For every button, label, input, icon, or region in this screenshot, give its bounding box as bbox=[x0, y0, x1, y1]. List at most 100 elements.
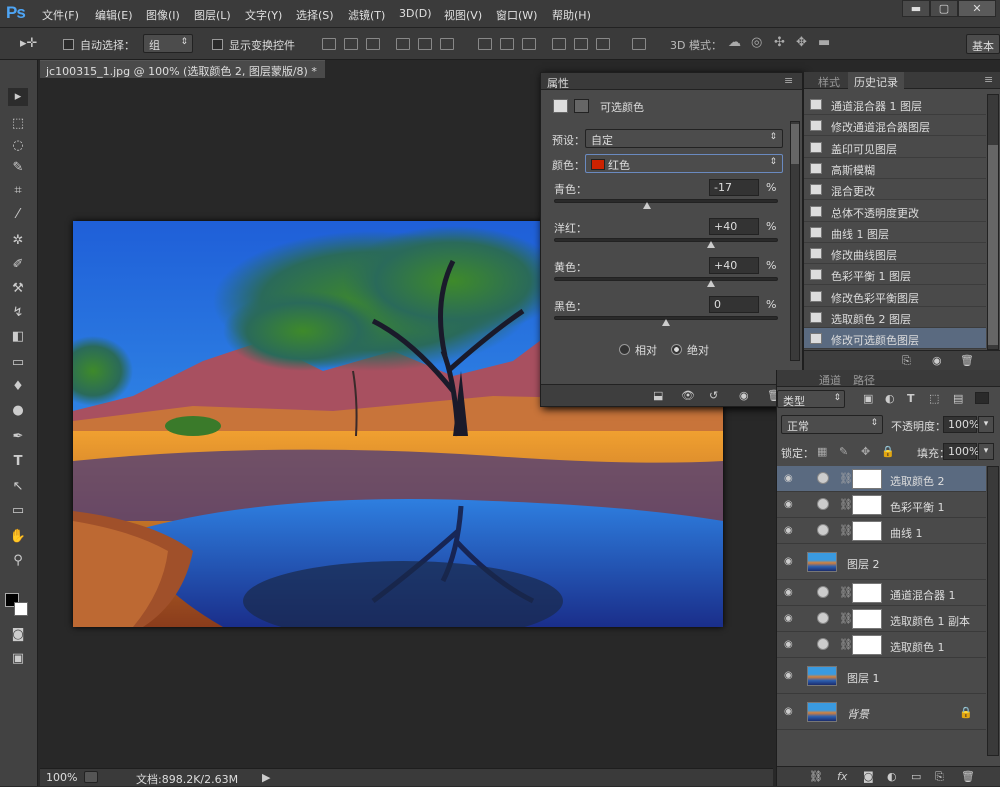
healing-brush-tool-icon[interactable]: ✲ bbox=[8, 232, 28, 250]
visibility-icon[interactable]: ◉ bbox=[739, 389, 749, 402]
preset-dropdown[interactable]: 自定 ⇕ bbox=[585, 129, 783, 148]
magenta-slider-track[interactable] bbox=[554, 238, 778, 242]
history-scrollbar[interactable] bbox=[987, 94, 999, 350]
color-dropdown[interactable]: 红色 ⇕ bbox=[585, 154, 783, 173]
cyan-slider-thumb[interactable] bbox=[642, 202, 651, 209]
yellow-slider-track[interactable] bbox=[554, 277, 778, 281]
layers-scrollbar[interactable] bbox=[987, 466, 999, 756]
opacity-chevron-icon[interactable]: ▾ bbox=[978, 416, 994, 433]
lock-pixels-icon[interactable]: ✎ bbox=[839, 445, 848, 458]
eye-icon[interactable]: ◉ bbox=[784, 671, 796, 681]
layer-filter-dropdown[interactable]: 类型 ⇕ bbox=[777, 390, 845, 408]
layer-mask-thumbnail[interactable] bbox=[852, 495, 882, 515]
menu-type[interactable]: 文字(Y) bbox=[245, 7, 282, 23]
3d-scale-icon[interactable]: ▬ bbox=[818, 35, 830, 50]
crop-tool-icon[interactable]: ⌗ bbox=[8, 182, 28, 200]
hand-tool-icon[interactable]: ✋ bbox=[8, 528, 28, 546]
layer-row[interactable]: ◉ ⛓ 选取颜色 1 副本 bbox=[777, 606, 986, 632]
history-item[interactable]: 通道混合器 1 图层 bbox=[804, 94, 986, 115]
eye-icon[interactable]: ◉ bbox=[784, 588, 796, 598]
layer-row[interactable]: ◉ ⛓ 选取颜色 1 bbox=[777, 632, 986, 658]
layer-mask-thumbnail[interactable] bbox=[852, 521, 882, 541]
layer-thumbnail[interactable] bbox=[807, 552, 837, 572]
history-item[interactable]: 修改曲线图层 bbox=[804, 243, 986, 265]
distribute-right-icon[interactable] bbox=[596, 38, 610, 50]
menu-file[interactable]: 文件(F) bbox=[42, 7, 79, 23]
workspace-button[interactable]: 基本 bbox=[966, 34, 1000, 54]
layer-row[interactable]: ◉ ⛓ 色彩平衡 1 bbox=[777, 492, 986, 518]
magenta-value-input[interactable]: +40 bbox=[709, 218, 759, 235]
eye-icon[interactable]: ◉ bbox=[784, 614, 796, 624]
filter-toggle[interactable] bbox=[975, 392, 989, 404]
layer-mask-thumbnail[interactable] bbox=[852, 469, 882, 489]
minimize-button[interactable]: ▬ bbox=[902, 0, 930, 17]
distribute-bottom-icon[interactable] bbox=[522, 38, 536, 50]
screen-mode-icon[interactable]: ▣ bbox=[8, 650, 28, 668]
background-color-swatch[interactable] bbox=[14, 602, 28, 616]
status-icon[interactable] bbox=[84, 771, 98, 783]
auto-select-checkbox[interactable] bbox=[63, 39, 74, 50]
layer-mask-icon[interactable] bbox=[574, 99, 589, 113]
panel-menu-icon[interactable]: ≡ bbox=[984, 73, 993, 86]
cyan-slider-track[interactable] bbox=[554, 199, 778, 203]
status-menu-arrow-icon[interactable]: ▶ bbox=[262, 771, 270, 784]
menu-help[interactable]: 帮助(H) bbox=[552, 7, 591, 23]
layer-mask-thumbnail[interactable] bbox=[852, 609, 882, 629]
eyedropper-tool-icon[interactable]: ⁄ bbox=[8, 206, 28, 224]
blur-tool-icon[interactable]: ♦ bbox=[8, 378, 28, 396]
chain-icon[interactable]: ⛓ bbox=[839, 638, 853, 651]
marquee-tool-icon[interactable]: ⬚ bbox=[8, 115, 28, 133]
3d-drag-icon[interactable]: ✣ bbox=[774, 35, 785, 50]
menu-image[interactable]: 图像(I) bbox=[146, 7, 180, 23]
history-item[interactable]: 色彩平衡 1 图层 bbox=[804, 264, 986, 286]
opacity-input[interactable]: 100% bbox=[943, 416, 979, 433]
3d-rotate-icon[interactable]: ☁ bbox=[728, 35, 741, 50]
absolute-radio[interactable] bbox=[671, 344, 682, 355]
history-item[interactable]: 高斯模糊 bbox=[804, 158, 986, 179]
eye-icon[interactable]: ◉ bbox=[784, 557, 796, 567]
lock-position-icon[interactable]: ✥ bbox=[861, 445, 870, 458]
maximize-button[interactable]: ▢ bbox=[930, 0, 958, 17]
auto-select-dropdown[interactable]: 组 ⇕ bbox=[143, 34, 193, 53]
scrollbar-thumb[interactable] bbox=[988, 145, 998, 345]
layer-row[interactable]: ◉ 图层 1 bbox=[777, 658, 986, 694]
panel-menu-icon[interactable]: ≡ bbox=[784, 74, 793, 87]
layer-row[interactable]: ◉ ⛓ 曲线 1 bbox=[777, 518, 986, 544]
filter-type-icon[interactable]: T bbox=[907, 392, 915, 405]
trash-icon[interactable]: 🗑 bbox=[961, 770, 975, 783]
gradient-tool-icon[interactable]: ▭ bbox=[8, 354, 28, 372]
tab-channels[interactable]: 通道 bbox=[819, 372, 841, 388]
fx-icon[interactable]: fx bbox=[837, 770, 847, 783]
tab-paths[interactable]: 路径 bbox=[853, 372, 875, 388]
chain-icon[interactable]: ⛓ bbox=[839, 524, 853, 537]
filter-adjustment-icon[interactable]: ◐ bbox=[885, 392, 895, 405]
new-layer-icon[interactable]: ⎘ bbox=[935, 770, 944, 784]
3d-slide-icon[interactable]: ✥ bbox=[796, 35, 807, 50]
layer-row[interactable]: ◉ ⛓ 选取颜色 2 bbox=[777, 466, 986, 492]
menu-filter[interactable]: 滤镜(T) bbox=[348, 7, 385, 23]
snapshot-icon[interactable]: ◉ bbox=[932, 354, 942, 367]
filter-smart-icon[interactable]: ▤ bbox=[953, 392, 963, 405]
zoom-tool-icon[interactable]: ⚲ bbox=[8, 552, 28, 570]
align-left-icon[interactable] bbox=[396, 38, 410, 50]
rectangle-tool-icon[interactable]: ▭ bbox=[8, 502, 28, 520]
black-slider-thumb[interactable] bbox=[662, 319, 670, 326]
reset-icon[interactable]: ↺ bbox=[709, 389, 718, 402]
show-transform-checkbox[interactable] bbox=[212, 39, 223, 50]
chain-icon[interactable]: ⛓ bbox=[839, 612, 853, 625]
trash-icon[interactable]: 🗑 bbox=[960, 354, 974, 367]
move-tool-icon[interactable]: ▸ bbox=[8, 88, 28, 106]
history-item[interactable]: 选取颜色 2 图层 bbox=[804, 307, 986, 328]
tab-styles[interactable]: 样式 bbox=[818, 74, 840, 90]
close-button[interactable]: ✕ bbox=[958, 0, 996, 17]
dodge-tool-icon[interactable]: ● bbox=[8, 402, 28, 420]
history-item[interactable]: 盖印可见图层 bbox=[804, 137, 986, 158]
auto-align-icon[interactable] bbox=[632, 38, 646, 50]
lasso-tool-icon[interactable]: ◌ bbox=[8, 137, 28, 155]
chain-icon[interactable]: ⛓ bbox=[839, 472, 853, 485]
layer-row[interactable]: ◉ ⛓ 通道混合器 1 bbox=[777, 580, 986, 606]
lock-transparent-icon[interactable]: ▦ bbox=[817, 445, 827, 458]
cyan-value-input[interactable]: -17 bbox=[709, 179, 759, 196]
layer-row[interactable]: ◉ 🔒 背景 bbox=[777, 694, 986, 730]
eye-icon[interactable]: ◉ bbox=[784, 474, 796, 484]
